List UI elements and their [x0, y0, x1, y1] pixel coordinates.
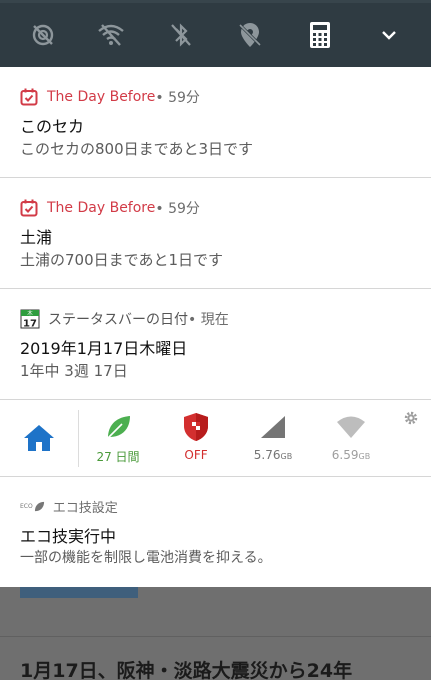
- notification-title: 2019年1月17日木曜日: [20, 339, 188, 358]
- calendar-17-icon: 木 17: [20, 309, 40, 329]
- background-image-strip: [20, 587, 138, 598]
- shield-icon: [184, 413, 208, 441]
- app-name: ステータスバーの日付: [48, 312, 188, 328]
- wifi-data-usage: 6.59GB: [332, 448, 370, 462]
- notification-time: • 59分: [155, 201, 200, 217]
- mobile-data-unit: GB: [280, 452, 293, 461]
- app-name: The Day Before: [47, 89, 156, 105]
- calendar-check-icon: [20, 88, 38, 106]
- widget-divider: [78, 410, 79, 467]
- notification-header: The Day Before • 59分: [20, 87, 200, 107]
- leaf-icon: [107, 416, 130, 439]
- notification-time: • 現在: [188, 312, 229, 328]
- expand-icon[interactable]: [374, 20, 404, 50]
- notification-title: このセカ: [20, 117, 85, 136]
- wifi-data-button[interactable]: 6.59GB: [316, 410, 386, 470]
- notification-body: 土浦の700日まであと1日です: [20, 251, 224, 269]
- eco-badge: ECO: [20, 502, 33, 510]
- notification-time: • 59分: [155, 90, 200, 106]
- eco-days-button[interactable]: 27 日間: [83, 410, 153, 470]
- home-button[interactable]: [4, 410, 74, 470]
- background-headline: 1月17日、阪神・淡路大震災から24年: [20, 660, 353, 680]
- mobile-data-usage: 5.76GB: [254, 448, 292, 462]
- home-icon: [24, 425, 54, 451]
- status-bar-edge: [0, 0, 431, 3]
- location-off-icon[interactable]: [235, 20, 265, 50]
- mobile-data-button[interactable]: 5.76GB: [238, 410, 308, 470]
- security-button[interactable]: OFF: [161, 410, 231, 470]
- bluetooth-off-icon[interactable]: [166, 20, 196, 50]
- signal-icon: [261, 416, 285, 438]
- notification-card[interactable]: 木 17 ステータスバーの日付 • 現在 2019年1月17日木曜日 1年中 3…: [0, 289, 431, 400]
- calculator-icon[interactable]: [305, 20, 335, 50]
- leaf-icon: [34, 501, 44, 511]
- quick-settings-bar: [0, 0, 431, 67]
- status-widget: 27 日間 OFF 5.76GB 6.59GB: [0, 400, 431, 477]
- notification-title: 土浦: [20, 228, 53, 247]
- notification-body: 一部の機能を制限し電池消費を抑える。: [20, 550, 272, 566]
- notification-title: エコ技実行中: [20, 527, 117, 546]
- wifi-data-value: 6.59: [331, 448, 359, 462]
- app-name: エコ技設定: [52, 500, 118, 516]
- wifi-off-icon[interactable]: [96, 20, 126, 50]
- data-saver-icon[interactable]: [28, 20, 58, 50]
- notification-body: 1年中 3週 17日: [20, 362, 128, 380]
- notification-header: The Day Before • 59分: [20, 198, 200, 218]
- notification-body: このセカの800日まであと3日です: [20, 140, 254, 158]
- notification-card[interactable]: The Day Before • 59分 土浦 土浦の700日まであと1日です: [0, 178, 431, 289]
- calendar-day: 17: [23, 319, 37, 330]
- eco-days-label: 27 日間: [96, 450, 140, 464]
- eco-notification-card[interactable]: ECO エコ技設定 エコ技実行中 一部の機能を制限し電池消費を抑える。: [0, 477, 431, 587]
- notification-header: ECO エコ技設定: [20, 497, 118, 516]
- security-status: OFF: [184, 448, 208, 462]
- notification-header: 木 17 ステータスバーの日付 • 現在: [20, 309, 229, 329]
- calendar-check-icon: [20, 199, 38, 217]
- notification-card[interactable]: The Day Before • 59分 このセカ このセカの800日まであと3…: [0, 67, 431, 178]
- background-divider: [0, 636, 431, 637]
- app-name: The Day Before: [47, 200, 156, 216]
- wifi-icon: [337, 416, 365, 438]
- mobile-data-value: 5.76: [253, 448, 281, 462]
- calendar-weekday: 木: [27, 309, 33, 317]
- gear-icon: [404, 411, 418, 425]
- widget-settings-button[interactable]: [403, 410, 421, 428]
- wifi-data-unit: GB: [358, 452, 371, 461]
